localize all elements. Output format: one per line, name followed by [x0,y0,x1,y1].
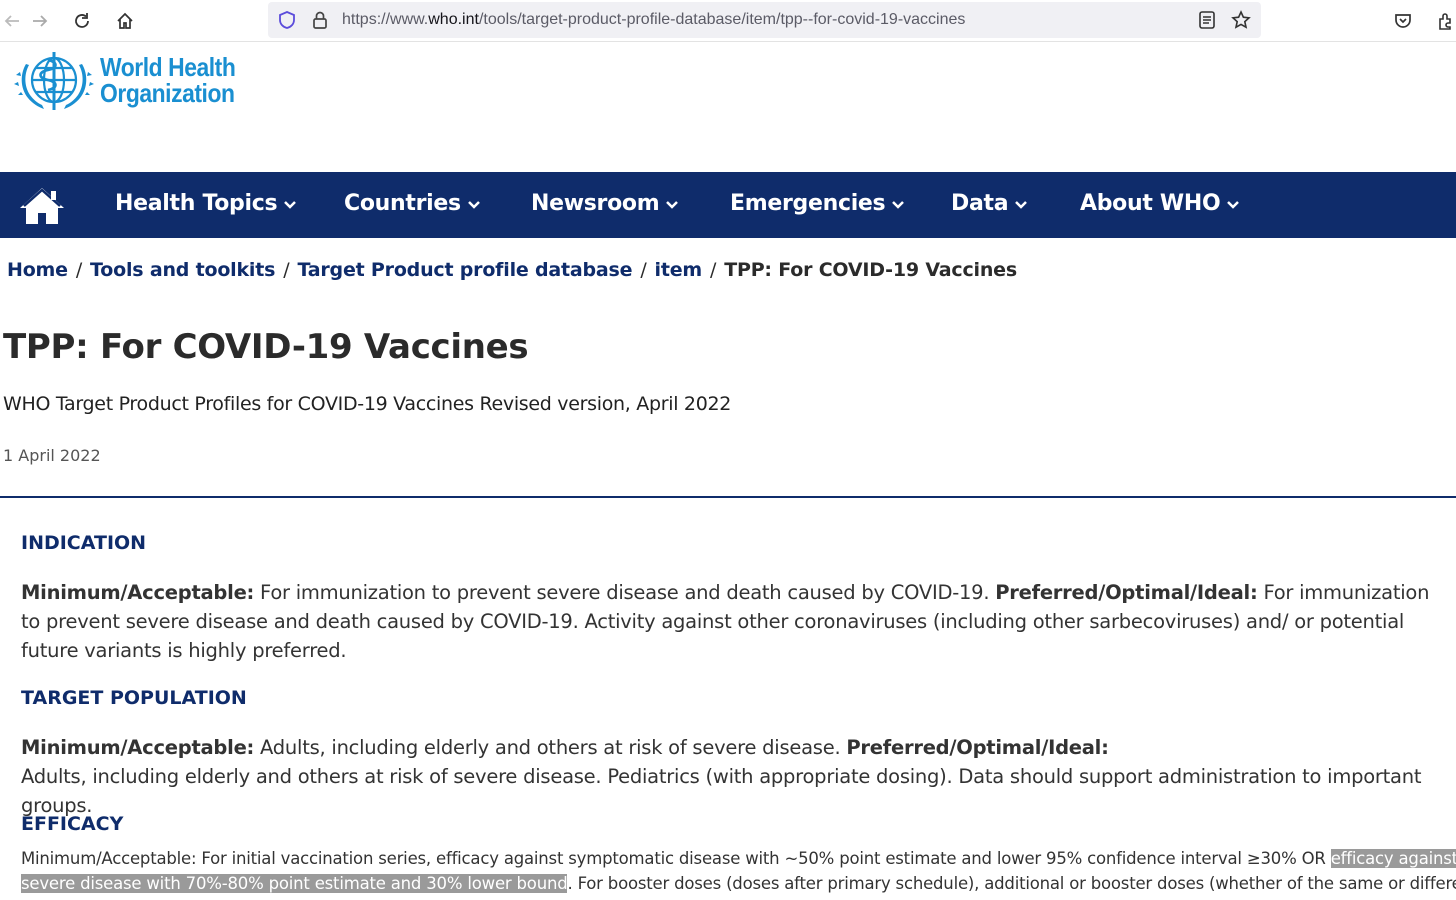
breadcrumb-separator: / [283,259,290,281]
efficacy-text: . For booster doses (doses after primary… [567,874,1456,893]
home-icon [20,188,64,224]
nav-data[interactable]: Data [951,191,1028,216]
breadcrumb-home[interactable]: Home [7,259,68,281]
breadcrumb-current: TPP: For COVID-19 Vaccines [724,259,1017,281]
pocket-icon[interactable] [1389,7,1417,35]
page-subtitle: WHO Target Product Profiles for COVID-19… [3,393,732,415]
back-button[interactable] [0,7,26,35]
breadcrumb-tpp-database[interactable]: Target Product profile database [297,259,632,281]
chevron-down-icon [284,200,297,209]
indication-pref-label: Preferred/Optimal/Ideal: [995,581,1258,604]
nav-newsroom[interactable]: Newsroom [531,191,679,216]
nav-countries[interactable]: Countries [344,191,481,216]
page-title: TPP: For COVID-19 Vaccines [3,327,529,367]
selected-text: severe disease with 70%-80% point estima… [21,874,568,893]
who-logo[interactable]: World Health Organization [12,46,262,120]
target-population-paragraph: Minimum/Acceptable: Adults, including el… [21,733,1451,820]
home-browser-button[interactable] [111,7,139,35]
indication-paragraph: Minimum/Acceptable: For immunization to … [21,578,1451,665]
target-population-pref-text: Adults, including elderly and others at … [21,765,1422,817]
url-text[interactable]: https://www.who.int/tools/target-product… [342,11,965,29]
nav-emergencies[interactable]: Emergencies [730,191,905,216]
breadcrumb-separator: / [710,259,717,281]
section-heading-efficacy: EFFICACY [21,813,124,835]
breadcrumb: Home / Tools and toolkits / Target Product p… [7,259,1017,281]
breadcrumb-tools[interactable]: Tools and toolkits [90,259,275,281]
main-navigation: Health Topics Countries Newsroom Emergen… [0,172,1456,238]
forward-button[interactable] [26,7,54,35]
bookmark-star-icon[interactable] [1229,8,1253,32]
chevron-down-icon [666,200,679,209]
selected-text: efficacy against [1330,849,1456,868]
chevron-down-icon [1015,200,1028,209]
target-population-min-text: Adults, including elderly and others at … [254,736,847,759]
target-population-min-label: Minimum/Acceptable: [21,736,255,759]
indication-min-label: Minimum/Acceptable: [21,581,255,604]
chevron-down-icon [892,200,905,209]
chevron-down-icon [467,200,480,209]
reader-view-icon[interactable] [1195,8,1219,32]
divider [0,496,1456,498]
section-heading-target-population: TARGET POPULATION [21,687,247,709]
shield-icon[interactable] [275,8,299,32]
nav-about-who[interactable]: About WHO [1080,191,1240,216]
logo-wordmark: World Health Organization [100,52,236,108]
breadcrumb-separator: / [640,259,647,281]
browser-toolbar: https://www.who.int/tools/target-product… [0,0,1456,42]
publish-date: 1 April 2022 [3,446,101,465]
extensions-icon[interactable] [1432,7,1456,35]
target-population-pref-label: Preferred/Optimal/Ideal: [846,736,1109,759]
section-heading-indication: INDICATION [21,532,147,554]
nav-health-topics[interactable]: Health Topics [115,191,297,216]
efficacy-text: Minimum/Acceptable: For initial vaccinat… [21,849,1331,868]
url-bar[interactable]: https://www.who.int/tools/target-product… [268,2,1261,38]
lock-icon[interactable] [308,8,332,32]
breadcrumb-item[interactable]: item [655,259,703,281]
who-emblem-icon [14,52,94,110]
efficacy-paragraph: Minimum/Acceptable: For initial vaccinat… [21,846,1456,896]
reload-button[interactable] [68,7,96,35]
home-nav-button[interactable] [18,186,66,226]
indication-min-text: For immunization to prevent severe disea… [254,581,996,604]
chevron-down-icon [1227,200,1240,209]
breadcrumb-separator: / [75,259,83,281]
